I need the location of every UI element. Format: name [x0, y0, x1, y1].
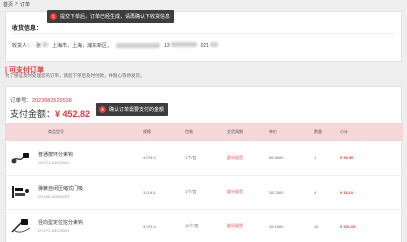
cell-pack: 10个/包: [181, 209, 223, 242]
cell-price: 25.1500: [265, 209, 310, 242]
cell-subtotal: ¥ 114.0: [336, 175, 403, 210]
receiver-phone: 13: [164, 42, 197, 49]
receiver-label: 收货人：: [12, 43, 33, 49]
col-model: 商品型号: [48, 129, 64, 134]
col-spec: 规格: [143, 129, 151, 134]
breadcrumb: 首页 > 订单: [3, 1, 30, 8]
product-code: DYZ72-03120001: [38, 228, 70, 233]
cell-qty: 1: [310, 141, 336, 176]
receiver-extra: 021: [201, 42, 218, 49]
table-row: 径向型定位挖分束钩 DYZ72-03120001 3.0*3.3 10个/包 部…: [6, 209, 403, 242]
receiver-name: 张: [36, 42, 49, 49]
cell-pack: 1个/包: [181, 141, 223, 176]
product-name[interactable]: 普通按环分束钩: [38, 151, 73, 158]
cell-delivery: 部分现货: [223, 175, 265, 210]
product-name[interactable]: 径向型定位挖分束钩: [38, 219, 83, 226]
cell-subtotal: ¥ 59.96: [336, 141, 403, 176]
product-cell: 普通按环分束钩 DYZ72-01070001: [10, 150, 139, 166]
cell-spec: 4.0*4.0: [139, 141, 181, 176]
cell-price: 56.9600: [265, 141, 310, 176]
tooltip-text: 提交下单后，订单已经生成，请再确认下收货信息: [60, 14, 171, 20]
product-thumb-icon: [11, 152, 29, 164]
tooltip-confirm-address: 1 提交下单后，订单已经生成，请再确认下收货信息: [47, 10, 175, 23]
cell-delivery: 部分现货: [223, 209, 265, 242]
product-thumb-icon: [12, 186, 29, 198]
cell-subtotal: ¥ 251.06: [336, 209, 403, 242]
col-price: 单价: [269, 129, 277, 134]
cell-pack: 1个/包: [181, 175, 223, 210]
receiver-title: 收货信息：: [12, 26, 43, 32]
col-qty: 数量: [314, 129, 322, 134]
col-delivery: 交货周期: [227, 129, 243, 134]
cell-delivery: 部分现货: [223, 141, 265, 176]
divider: [12, 33, 395, 34]
order-number: 订单号：2023082529538: [10, 98, 72, 104]
order-note: 为了保证及时处理您的订单，请您下单后及时付款，并耐心等待发货。: [5, 73, 145, 78]
receiver-info: 收货人： 张 上海市，上海，浦东新区， 13 021: [12, 42, 218, 49]
tooltip-number-badge: 2: [99, 106, 106, 113]
breadcrumb-current: 订单: [19, 2, 30, 8]
product-code: DY185-01050203: [38, 194, 70, 199]
breadcrumb-separator: >: [15, 1, 18, 7]
tooltip-confirm-amount: 2 确认订单需要支付的金额: [96, 103, 169, 116]
cell-spec: 3.0*3.3: [139, 209, 181, 242]
product-cell: 弹簧自闭压缩式门吸 DY185-01050203: [10, 184, 139, 200]
cell-spec: 3.0-9.5: [139, 175, 181, 210]
receiver-address: 上海市，上海，浦东新区，: [52, 43, 113, 49]
cell-price: 28.7500: [265, 175, 310, 210]
redacted-address: [116, 43, 161, 48]
cell-qty: 4: [310, 175, 336, 210]
cell-qty: 10: [310, 209, 336, 242]
product-cell: 径向型定位挖分束钩 DYZ72-03120001: [10, 218, 139, 234]
product-name[interactable]: 弹簧自闭压缩式门吸: [38, 185, 83, 192]
tooltip-number-badge: 1: [50, 13, 57, 20]
order-card: 订单号：2023082529538 支付金额：¥ 452.82 商品型号 规格 …: [5, 86, 403, 242]
col-subtotal: 小计: [340, 129, 348, 134]
table-row: 普通按环分束钩 DYZ72-01070001 4.0*4.0 1个/包 部分现货…: [6, 141, 403, 176]
table-row: 弹簧自闭压缩式门吸 DY185-01050203 3.0-9.5 1个/包 部分…: [6, 175, 403, 210]
order-items-table: 商品型号 规格 包装 交货周期 单价 数量 小计 普通按环分束钩 DYZ72-0…: [6, 123, 403, 242]
tooltip-text: 确认订单需要支付的金额: [109, 107, 165, 113]
col-pack: 包装: [185, 129, 193, 134]
payment-amount: 支付金额：¥ 452.82: [10, 109, 91, 119]
product-code: DYZ72-01070001: [38, 159, 70, 165]
product-thumb-icon: [11, 219, 31, 233]
table-header-row: 商品型号 规格 包装 交货周期 单价 数量 小计: [6, 123, 403, 141]
breadcrumb-home-link[interactable]: 首页: [3, 1, 13, 8]
